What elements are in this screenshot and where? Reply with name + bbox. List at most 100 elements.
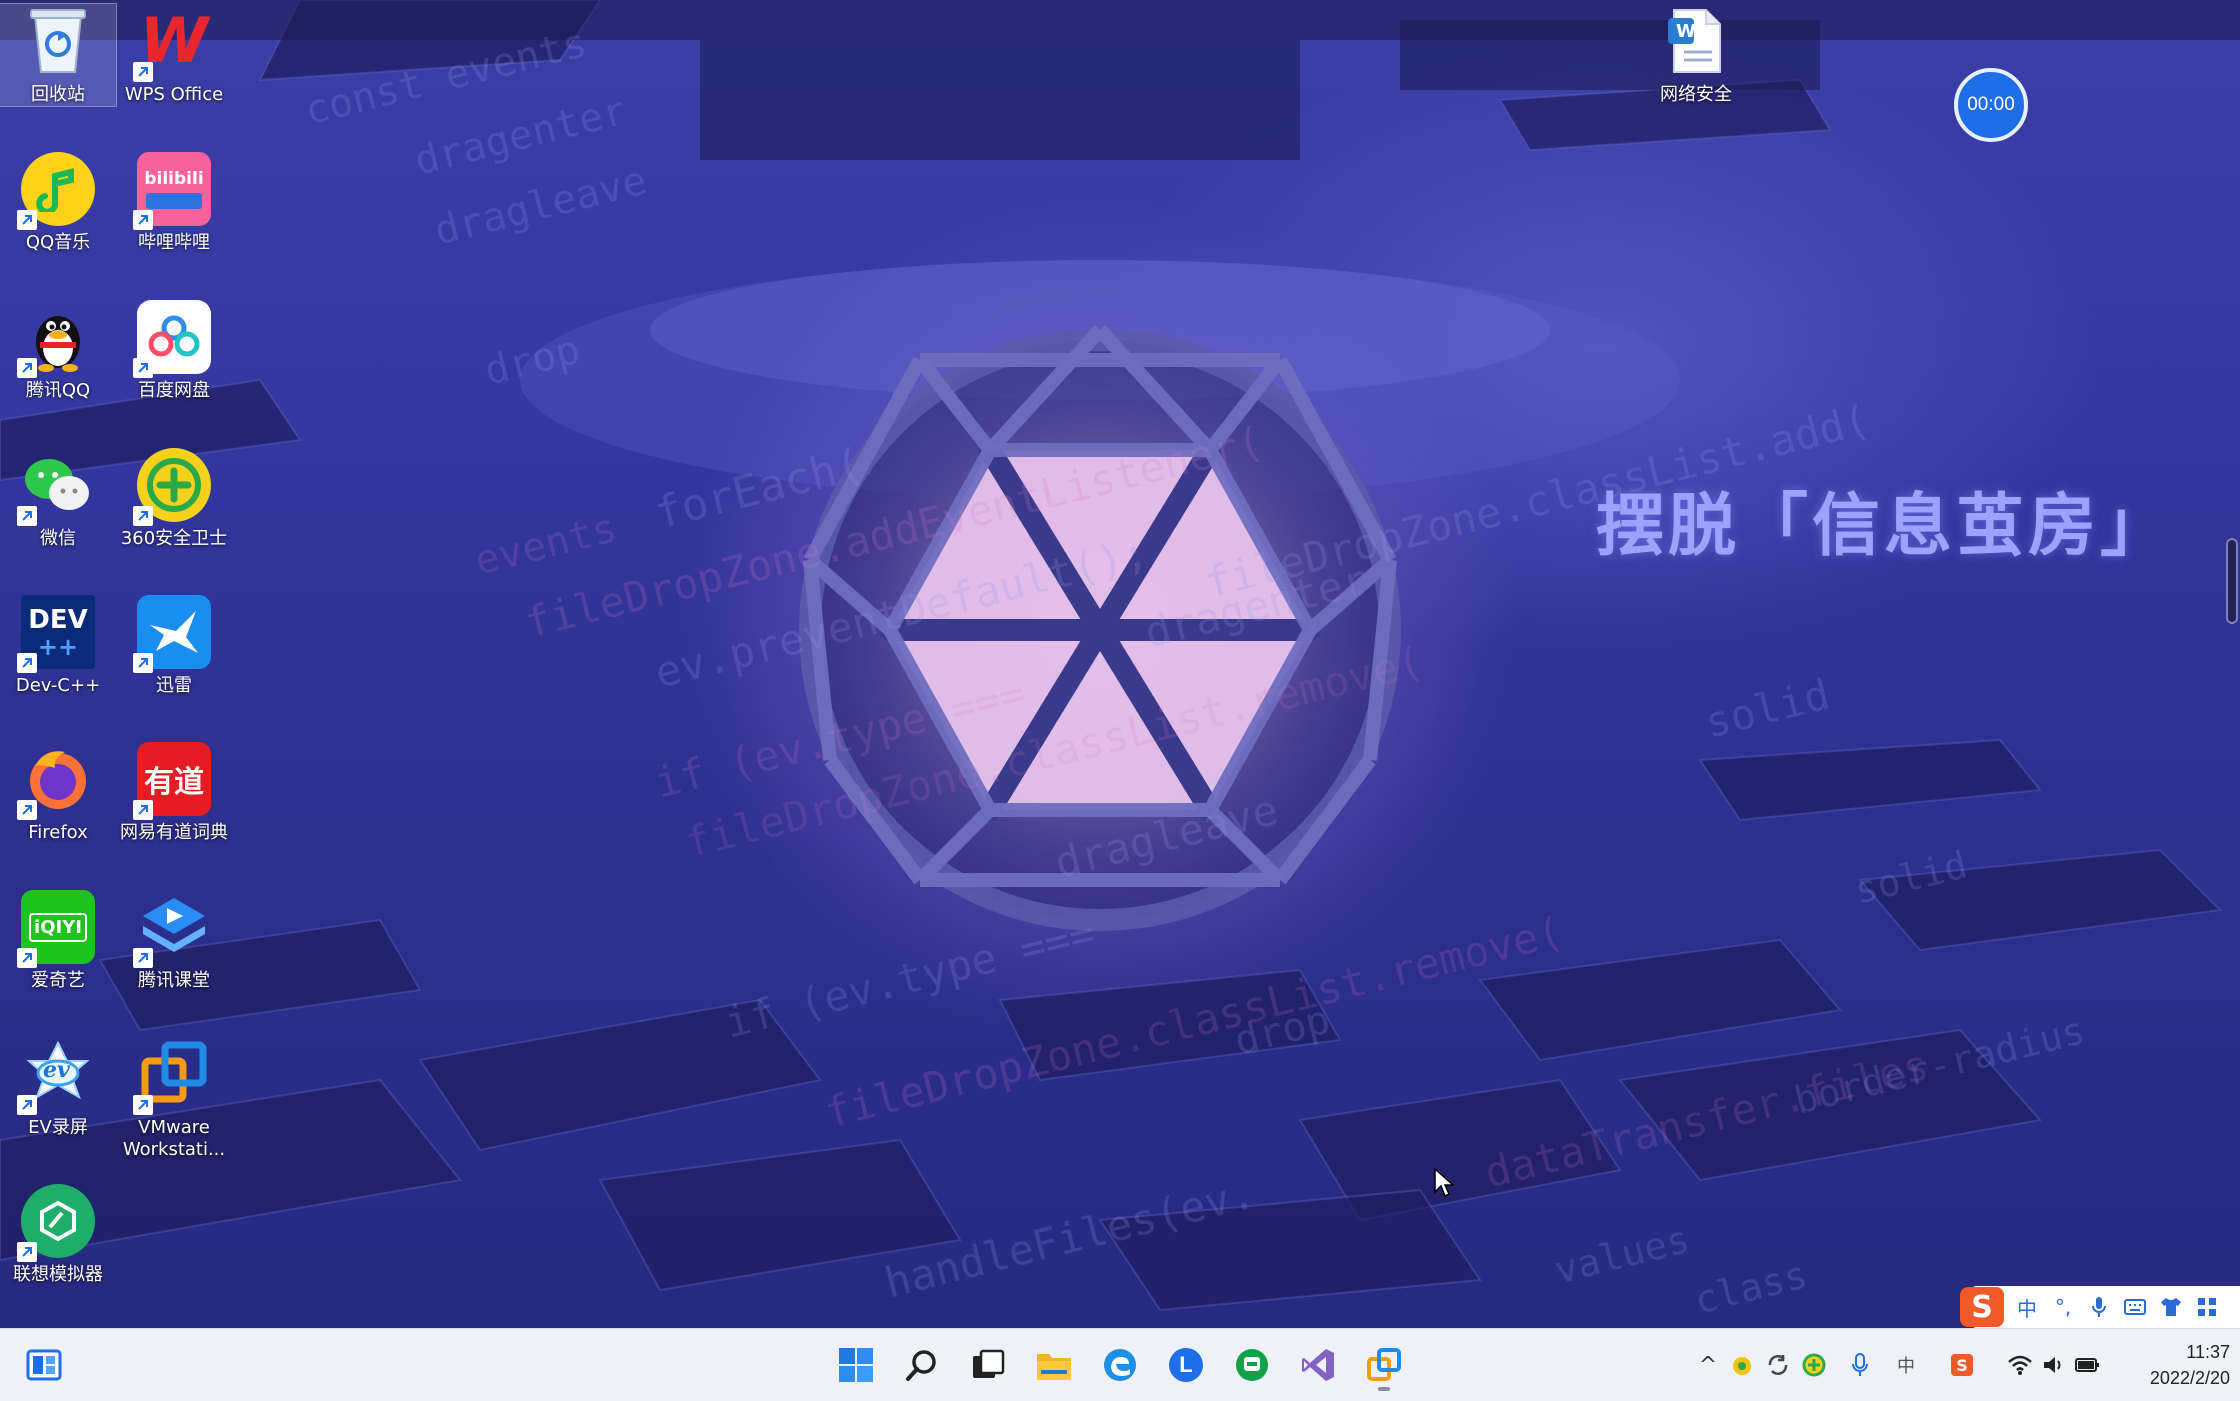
tray-sogou-icon[interactable]: S — [1948, 1351, 1976, 1379]
desktop-icon-label: Firefox — [28, 822, 88, 843]
widgets-icon — [26, 1349, 62, 1381]
shortcut-arrow-icon — [17, 800, 37, 820]
desktop-icon-vmware[interactable]: VMware Workstati... — [116, 1037, 232, 1161]
ime-punctuation-mode[interactable]: °, — [2050, 1294, 2076, 1320]
ev-recorder-icon: ev — [17, 1037, 95, 1115]
tray-ime-lang-icon[interactable]: 中 — [1892, 1351, 1920, 1379]
taskbar: L ^ 中 S 11:37 2022/2/20 — [0, 1328, 2240, 1401]
sogou-ime-icon[interactable]: S — [1960, 1287, 2004, 1327]
desktop-icon-network-security-doc[interactable]: W 网络安全 — [1638, 4, 1754, 106]
desktop-icon-baidu-netdisk[interactable]: 百度网盘 — [116, 300, 232, 402]
file-explorer-button[interactable] — [1030, 1341, 1078, 1389]
360-security-icon — [133, 448, 211, 526]
running-indicator — [1378, 1387, 1390, 1391]
start-button[interactable] — [832, 1341, 880, 1389]
tray-volume-icon[interactable] — [2040, 1351, 2068, 1379]
wallpaper-code-6: events — [470, 505, 622, 585]
tray-360-icon[interactable] — [1800, 1351, 1828, 1379]
edge-button[interactable] — [1096, 1341, 1144, 1389]
timer-widget[interactable]: 00:00 — [1954, 68, 2028, 142]
ime-skin-icon[interactable] — [2158, 1294, 2184, 1320]
folder-icon — [1037, 1354, 1071, 1380]
shortcut-arrow-icon — [133, 800, 153, 820]
shortcut-arrow-icon — [17, 1242, 37, 1262]
youdao-dict-icon: 有道 — [133, 742, 211, 820]
shortcut-arrow-icon — [133, 62, 153, 82]
clock-date: 2022/2/20 — [2149, 1368, 2230, 1388]
desktop-icon-xunlei[interactable]: 迅雷 — [116, 595, 232, 697]
desktop-icon-label: 360安全卫士 — [120, 528, 228, 549]
word-document-icon: W — [1659, 4, 1733, 78]
desktop-icon-recycle-bin[interactable]: 回收站 — [0, 3, 117, 107]
ime-mic-icon[interactable] — [2086, 1294, 2112, 1320]
wallpaper-code-12: dragleave — [1050, 784, 1283, 888]
ime-toolbox-icon[interactable] — [2194, 1294, 2220, 1320]
desktop-icon-bilibili[interactable]: bilibili 哔哩哔哩 — [116, 152, 232, 254]
green-app-button[interactable] — [1228, 1341, 1276, 1389]
desktop-icon-youdao[interactable]: 有道 网易有道词典 — [116, 742, 232, 844]
bilibili-logo-text: bilibili — [144, 169, 204, 189]
side-panel-handle[interactable] — [2226, 538, 2238, 624]
desktop-icon-label: 微信 — [40, 528, 76, 549]
tencent-classroom-icon — [133, 890, 211, 968]
vmware-button[interactable] — [1360, 1341, 1408, 1391]
desktop-icon-label: 爱奇艺 — [31, 970, 85, 991]
clock-time: 11:37 — [2186, 1342, 2230, 1362]
desktop-icon-label: 哔哩哔哩 — [138, 232, 210, 253]
desktop-icon-qq-music[interactable]: QQ音乐 — [0, 152, 116, 254]
wallpaper-code-4: drop — [480, 326, 585, 395]
ime-toolbar[interactable]: S 中 °, — [1960, 1286, 2240, 1328]
baidu-netdisk-icon — [133, 300, 211, 378]
tray-overflow-chevron-icon[interactable]: ^ — [1694, 1351, 1722, 1379]
wallpaper-art — [0, 0, 2240, 1312]
wallpaper-code-20: values — [1550, 1216, 1694, 1293]
shortcut-arrow-icon — [133, 1095, 153, 1115]
task-view-button[interactable] — [964, 1341, 1012, 1389]
desktop[interactable]: const events dragenter dragleave drop fo… — [0, 0, 2240, 1328]
wallpaper-code-21: class — [1690, 1252, 1812, 1323]
tray-battery-icon[interactable] — [2074, 1351, 2102, 1379]
tencent-qq-icon — [17, 300, 95, 378]
desktop-icon-dev-cpp[interactable]: DEV ++ Dev-C++ — [0, 595, 116, 697]
wallpaper-code-17: solid — [1700, 669, 1835, 748]
ime-chinese-mode[interactable]: 中 — [2014, 1294, 2040, 1321]
desktop-icon-firefox[interactable]: Firefox — [0, 742, 116, 844]
visual-studio-icon — [1302, 1349, 1334, 1381]
system-clock[interactable]: 11:37 2022/2/20 — [2120, 1339, 2230, 1391]
desktop-icon-tencent-qq[interactable]: 腾讯QQ — [0, 300, 116, 402]
tray-mic-icon[interactable] — [1846, 1351, 1874, 1379]
tray-wifi-icon[interactable] — [2006, 1351, 2034, 1379]
desktop-icon-360-security[interactable]: 360安全卫士 — [116, 448, 232, 550]
desktop-icon-lenovo-emulator[interactable]: 联想模拟器 — [0, 1184, 116, 1286]
desktop-icon-tencent-classroom[interactable]: 腾讯课堂 — [116, 890, 232, 992]
desktop-icon-wps-office[interactable]: W WPS Office — [116, 4, 232, 106]
dev-cpp-plus-icon: ++ — [37, 633, 79, 661]
xunlei-icon — [133, 595, 211, 673]
desktop-icon-ev-recorder[interactable]: ev EV录屏 — [0, 1037, 116, 1139]
shortcut-arrow-icon — [17, 948, 37, 968]
shortcut-arrow-icon — [133, 506, 153, 526]
wallpaper-code-19: handleFiles(ev. — [880, 1168, 1260, 1308]
lenovo-emulator-icon — [17, 1184, 95, 1262]
task-view-icon — [973, 1349, 1005, 1378]
tray-app-icon-1[interactable] — [1728, 1351, 1756, 1379]
shortcut-arrow-icon — [17, 506, 37, 526]
l-app-icon: L — [1169, 1348, 1203, 1382]
recycle-bin-icon — [21, 4, 95, 78]
shortcut-arrow-icon — [133, 653, 153, 673]
word-logo-text: W — [1676, 21, 1696, 42]
iqiyi-logo-text: iQIYI — [29, 912, 87, 942]
search-button[interactable] — [898, 1341, 946, 1389]
wallpaper-code-16: fileDropZone.classList.remove( — [820, 906, 1568, 1138]
tray-sync-icon[interactable] — [1764, 1351, 1792, 1379]
ime-keyboard-icon[interactable] — [2122, 1294, 2148, 1320]
desktop-icon-label: 联想模拟器 — [13, 1264, 103, 1285]
visual-studio-button[interactable] — [1294, 1341, 1342, 1389]
desktop-icon-wechat[interactable]: 微信 — [0, 448, 116, 550]
widgets-button[interactable] — [20, 1341, 68, 1389]
desktop-icon-iqiyi[interactable]: iQIYI 爱奇艺 — [0, 890, 116, 992]
l-app-button[interactable]: L — [1162, 1341, 1210, 1389]
shortcut-arrow-icon — [17, 210, 37, 230]
shortcut-arrow-icon — [133, 948, 153, 968]
desktop-icon-label: VMware Workstati... — [122, 1117, 226, 1160]
